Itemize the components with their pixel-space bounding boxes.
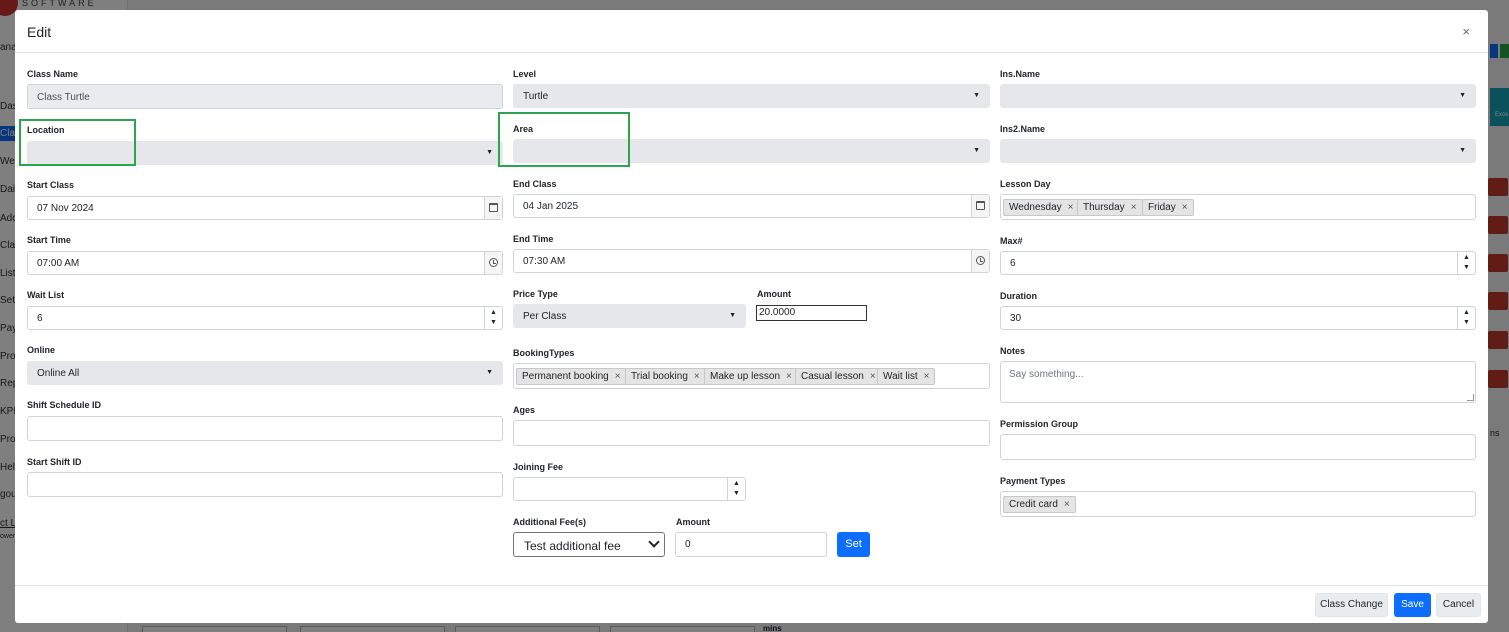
online-select[interactable]: Online All ▼ [27, 361, 503, 385]
caret-down-icon: ▼ [973, 147, 980, 154]
resize-grip-icon[interactable] [1467, 394, 1474, 401]
caret-down-icon: ▼ [486, 149, 493, 156]
start-class-date-input[interactable]: 07 Nov 2024 [27, 196, 503, 220]
end-class-label: End Class [513, 179, 557, 189]
calendar-icon[interactable] [484, 197, 502, 219]
price-type-label: Price Type [513, 289, 558, 299]
joining-fee-number-input[interactable]: ▲ ▼ [513, 477, 746, 501]
calendar-icon[interactable] [971, 195, 989, 217]
chevron-down-icon [648, 536, 660, 548]
booking-types-label: BookingTypes [513, 348, 575, 358]
level-select[interactable]: Turtle ▼ [513, 84, 990, 108]
amount-label: Amount [757, 289, 791, 299]
area-select[interactable]: ▼ [513, 139, 990, 163]
clock-icon[interactable] [484, 252, 502, 274]
start-time-input[interactable]: 07:00 AM [27, 251, 503, 275]
remove-tag-icon[interactable]: × [1068, 202, 1074, 213]
wait-list-number-input[interactable]: 6 ▲ ▼ [27, 306, 503, 330]
ins-name-select[interactable]: ▼ [1000, 84, 1476, 108]
caret-down-icon: ▼ [486, 369, 493, 376]
booking-type-tag: Trial booking × [625, 368, 706, 385]
class-name-label: Class Name [27, 69, 79, 79]
end-time-input[interactable]: 07:30 AM [513, 249, 990, 273]
max-label: Max# [1000, 236, 1023, 246]
remove-tag-icon[interactable]: × [615, 371, 621, 382]
spinner-arrows-icon[interactable]: ▲ ▼ [1457, 307, 1475, 329]
additional-fees-label: Additional Fee(s) [513, 517, 587, 527]
cancel-button[interactable]: Cancel [1436, 593, 1481, 617]
shift-schedule-id-input[interactable] [27, 416, 503, 441]
caret-down-icon: ▼ [1459, 92, 1466, 99]
permission-group-label: Permission Group [1000, 419, 1079, 429]
payment-types-label: Payment Types [1000, 476, 1066, 486]
remove-tag-icon[interactable]: × [786, 371, 792, 382]
class-name-input[interactable]: Class Turtle [27, 84, 503, 109]
set-button[interactable]: Set [837, 532, 870, 557]
start-time-label: Start Time [27, 235, 71, 245]
remove-tag-icon[interactable]: × [924, 371, 930, 382]
spinner-arrows-icon[interactable]: ▲ ▼ [484, 307, 502, 329]
caret-down-icon: ▼ [973, 92, 980, 99]
joining-fee-label: Joining Fee [513, 462, 564, 472]
duration-number-input[interactable]: 30 ▲ ▼ [1000, 306, 1476, 330]
booking-type-tag: Casual lesson × [795, 368, 882, 385]
save-button[interactable]: Save [1394, 593, 1431, 617]
start-class-label: Start Class [27, 180, 75, 190]
modal-title: Edit [27, 24, 52, 40]
caret-down-icon: ▼ [729, 312, 736, 319]
clock-icon[interactable] [971, 250, 989, 272]
payment-types-multiselect[interactable]: Credit card × [1000, 491, 1476, 517]
remove-tag-icon[interactable]: × [870, 371, 876, 382]
start-shift-id-input[interactable] [27, 472, 503, 497]
payment-type-tag: Credit card × [1003, 496, 1076, 513]
modal-header: Edit × [15, 10, 1488, 53]
ages-input[interactable] [513, 420, 990, 446]
notes-label: Notes [1000, 346, 1026, 356]
ages-label: Ages [513, 405, 536, 415]
level-label: Level [513, 69, 537, 79]
caret-down-icon: ▼ [1459, 147, 1466, 154]
permission-group-input[interactable] [1000, 434, 1476, 460]
amount-input[interactable]: 20.0000 [756, 305, 867, 321]
remove-tag-icon[interactable]: × [1131, 202, 1137, 213]
max-number-input[interactable]: 6 ▲ ▼ [1000, 251, 1476, 275]
class-change-button[interactable]: Class Change [1315, 593, 1388, 617]
remove-tag-icon[interactable]: × [694, 371, 700, 382]
lesson-day-tag: Wednesday × [1003, 199, 1080, 216]
additional-amount-label: Amount [676, 517, 710, 527]
location-select[interactable]: ▼ [27, 141, 503, 165]
remove-tag-icon[interactable]: × [1064, 499, 1070, 510]
additional-amount-input[interactable]: 0 [675, 532, 827, 557]
notes-textarea[interactable]: Say something... [1000, 361, 1476, 403]
remove-tag-icon[interactable]: × [1182, 202, 1188, 213]
lesson-day-label: Lesson Day [1000, 179, 1051, 189]
spinner-arrows-icon[interactable]: ▲ ▼ [727, 478, 745, 500]
booking-type-tag: Permanent booking × [516, 368, 627, 385]
lesson-day-tag: Thursday × [1077, 199, 1143, 216]
lesson-day-tag: Friday × [1142, 199, 1194, 216]
booking-type-tag: Wait list × [877, 368, 936, 385]
start-shift-id-label: Start Shift ID [27, 457, 82, 467]
edit-modal: Edit × Class Name Class Turtle Location … [15, 10, 1488, 623]
location-label: Location [27, 125, 65, 135]
price-type-select[interactable]: Per Class ▼ [513, 304, 746, 328]
ins2-name-label: Ins2.Name [1000, 124, 1046, 134]
booking-type-tag: Make up lesson × [704, 368, 798, 385]
online-label: Online [27, 345, 56, 355]
shift-schedule-id-label: Shift Schedule ID [27, 400, 102, 410]
lesson-day-multiselect[interactable]: Wednesday × Thursday × Friday × [1000, 194, 1476, 220]
close-icon[interactable]: × [1462, 24, 1470, 39]
duration-label: Duration [1000, 291, 1037, 301]
booking-types-multiselect[interactable]: Permanent booking × Trial booking × Make u… [513, 363, 990, 389]
ins2-name-select[interactable]: ▼ [1000, 139, 1476, 163]
area-label: Area [513, 124, 534, 134]
modal-footer: Class Change Save Cancel [15, 585, 1488, 623]
end-time-label: End Time [513, 234, 554, 244]
additional-fee-select[interactable]: Test additional fee [513, 532, 665, 557]
end-class-date-input[interactable]: 04 Jan 2025 [513, 194, 990, 218]
ins-name-label: Ins.Name [1000, 69, 1041, 79]
wait-list-label: Wait List [27, 290, 65, 300]
spinner-arrows-icon[interactable]: ▲ ▼ [1457, 252, 1475, 274]
